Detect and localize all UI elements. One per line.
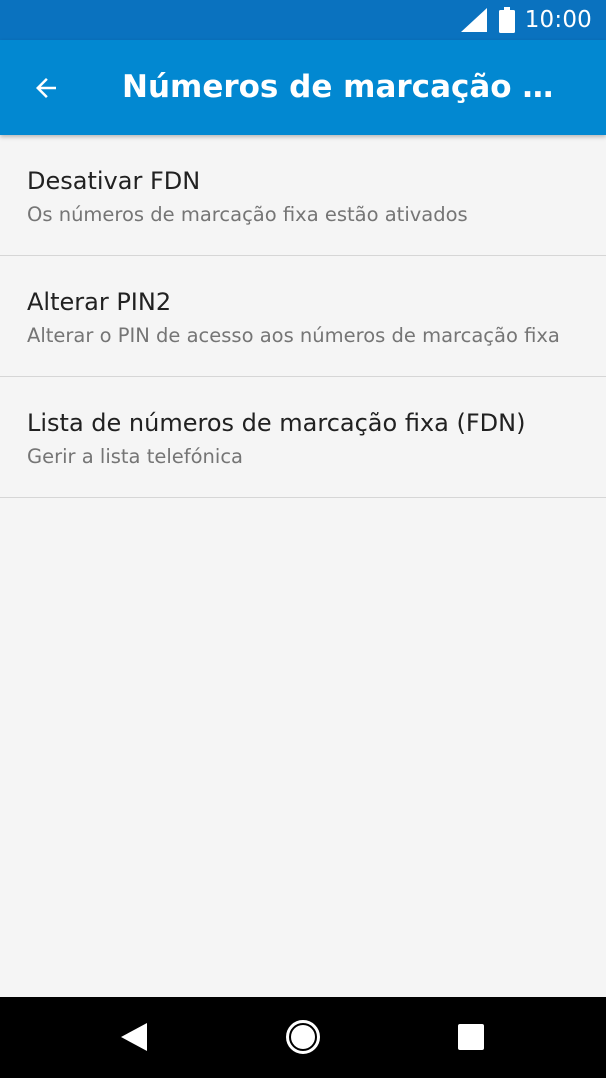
arrow-back-icon bbox=[36, 78, 56, 98]
nav-home-circle-icon bbox=[286, 1020, 320, 1054]
list-item-disable-fdn[interactable]: Desativar FDN Os números de marcação fix… bbox=[0, 135, 606, 256]
nav-home-button[interactable] bbox=[277, 1011, 329, 1063]
back-button[interactable] bbox=[18, 62, 74, 114]
list-item-subtitle: Alterar o PIN de acesso aos números de m… bbox=[27, 324, 560, 347]
list-item-title: Lista de números de marcação fixa (FDN) bbox=[27, 409, 526, 437]
list-item-subtitle: Gerir a lista telefónica bbox=[27, 445, 243, 468]
list-item-subtitle: Os números de marcação fixa estão ativad… bbox=[27, 203, 468, 226]
nav-back-triangle-icon bbox=[121, 1023, 147, 1051]
battery-icon bbox=[498, 7, 515, 33]
list-item-title: Desativar FDN bbox=[27, 167, 201, 195]
status-bar: 10:00 bbox=[0, 0, 606, 40]
status-clock: 10:00 bbox=[524, 7, 592, 33]
list-item-title: Alterar PIN2 bbox=[27, 288, 172, 316]
app-bar: Números de marcação fixa (FDN) bbox=[0, 40, 606, 135]
navigation-bar bbox=[0, 997, 606, 1078]
settings-list: Desativar FDN Os números de marcação fix… bbox=[0, 135, 606, 498]
nav-back-button[interactable] bbox=[108, 1011, 160, 1063]
list-item-change-pin2[interactable]: Alterar PIN2 Alterar o PIN de acesso aos… bbox=[0, 256, 606, 377]
page-title: Números de marcação fixa (FDN) bbox=[122, 69, 562, 105]
nav-recents-square-icon bbox=[458, 1024, 484, 1050]
list-item-fdn-list[interactable]: Lista de números de marcação fixa (FDN) … bbox=[0, 377, 606, 498]
status-icons: 10:00 bbox=[460, 0, 592, 40]
nav-recents-button[interactable] bbox=[445, 1011, 497, 1063]
signal-icon bbox=[460, 8, 487, 32]
